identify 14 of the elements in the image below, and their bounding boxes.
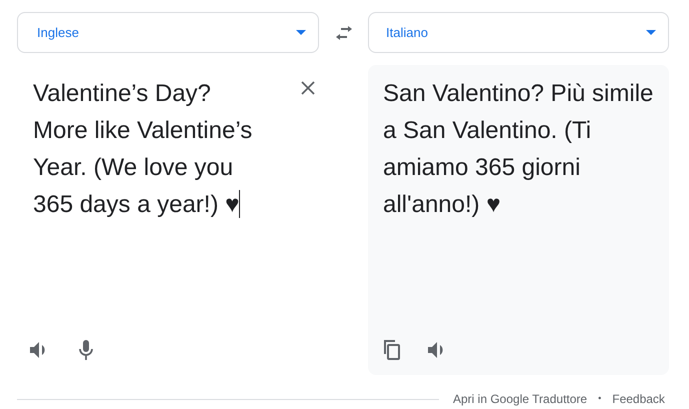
- copy-icon[interactable]: [383, 340, 401, 360]
- source-language-dropdown[interactable]: Inglese: [17, 12, 319, 53]
- separator-dot: •: [598, 392, 602, 406]
- microphone-icon[interactable]: [79, 340, 93, 360]
- dropdown-arrow-icon: [646, 30, 656, 35]
- text-cursor: [239, 190, 240, 218]
- close-icon[interactable]: [301, 81, 315, 95]
- swap-icon[interactable]: [334, 26, 352, 40]
- translation-text: San Valentino? Più simile a San Valentino. (Ti amiamo 365 giorni all'anno!) ♥: [383, 79, 654, 220]
- dropdown-arrow-icon: [296, 30, 306, 35]
- target-language-dropdown[interactable]: Italiano: [368, 12, 669, 53]
- source-text-input[interactable]: Valentine’s Day? More like Valentine’s Year. (We love you 365 days a year!) ♥: [33, 75, 259, 223]
- footer-link[interactable]: Feedback: [612, 390, 665, 408]
- footer-link[interactable]: Apri in Google Traduttore: [453, 390, 588, 408]
